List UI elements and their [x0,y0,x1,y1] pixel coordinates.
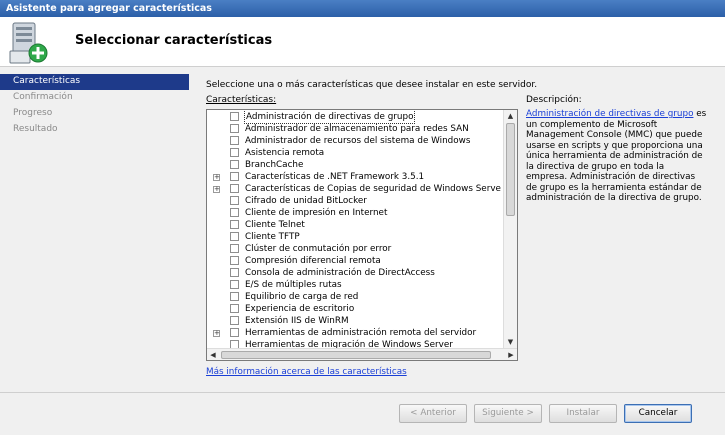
feature-row[interactable]: Administración de directivas de grupo [207,111,502,124]
footer: < Anterior Siguiente > Instalar Cancelar [0,392,725,435]
feature-label: Asistencia remota [245,148,325,158]
feature-row[interactable]: Compresión diferencial remota [207,255,502,267]
feature-checkbox[interactable] [230,244,239,253]
feature-label: Equilibrio de carga de red [245,292,359,302]
feature-row[interactable]: Clúster de conmutación por error [207,243,502,255]
feature-checkbox[interactable] [230,292,239,301]
description-label: Descripción: [526,95,582,105]
feature-row[interactable]: + Herramientas de administración remota d… [207,327,502,339]
feature-row[interactable]: Administrador de almacenamiento para red… [207,123,502,135]
main-panel: Seleccione una o más características que… [193,67,725,377]
more-info-link[interactable]: Más información acerca de las caracterís… [206,367,407,377]
feature-row[interactable]: Administrador de recursos del sistema de… [207,135,502,147]
description-text: Administración de directivas de grupo es… [526,109,708,204]
cancel-button[interactable]: Cancelar [624,404,692,423]
page-title: Seleccionar características [75,33,273,48]
feature-checkbox[interactable] [230,304,239,313]
feature-label: Cliente de impresión en Internet [245,208,388,218]
step-resultado[interactable]: Resultado [0,122,193,138]
feature-checkbox[interactable] [230,328,239,337]
feature-label: Administrador de recursos del sistema de… [245,136,471,146]
feature-label: BranchCache [245,160,304,170]
description-link[interactable]: Administración de directivas de grupo [526,109,693,119]
feature-checkbox[interactable] [230,160,239,169]
expand-icon[interactable]: + [213,330,220,337]
feature-checkbox[interactable] [230,316,239,325]
install-button[interactable]: Instalar [549,404,617,423]
scroll-thumb[interactable] [506,123,515,216]
feature-checkbox[interactable] [230,280,239,289]
feature-checkbox[interactable] [230,148,239,157]
step-confirmacion[interactable]: Confirmación [0,90,193,106]
feature-checkbox[interactable] [230,208,239,217]
feature-row[interactable]: Equilibrio de carga de red [207,291,502,303]
feature-label: Administrador de almacenamiento para red… [245,124,469,134]
feature-row[interactable]: Extensión IIS de WinRM [207,315,502,327]
server-add-icon [8,21,50,65]
feature-label: Experiencia de escritorio [245,304,355,314]
feature-row[interactable]: BranchCache [207,159,502,171]
hscroll-thumb[interactable] [221,351,491,359]
features-list-items: Administración de directivas de grupo Adm… [207,111,502,349]
feature-label: Clúster de conmutación por error [245,244,392,254]
feature-checkbox[interactable] [230,136,239,145]
features-list[interactable]: Administración de directivas de grupo Adm… [206,109,518,361]
feature-label: Compresión diferencial remota [245,256,381,266]
feature-checkbox[interactable] [230,112,239,121]
feature-label: Cliente TFTP [245,232,300,242]
feature-checkbox[interactable] [230,256,239,265]
next-button[interactable]: Siguiente > [474,404,542,423]
feature-checkbox[interactable] [230,172,239,181]
wizard-steps: Características Confirmación Progreso Re… [0,67,193,367]
feature-row[interactable]: Cliente Telnet [207,219,502,231]
feature-label: Características de Copias de seguridad d… [245,184,501,194]
feature-checkbox[interactable] [230,232,239,241]
back-button[interactable]: < Anterior [399,404,467,423]
feature-label: Cifrado de unidad BitLocker [245,196,367,206]
expand-icon[interactable]: + [213,174,220,181]
scroll-down-icon[interactable]: ▼ [504,336,517,348]
feature-label: Herramientas de administración remota de… [245,328,477,338]
feature-checkbox[interactable] [230,124,239,133]
feature-row[interactable]: Consola de administración de DirectAcces… [207,267,502,279]
feature-row[interactable]: Experiencia de escritorio [207,303,502,315]
header: Seleccionar características [0,17,725,67]
features-label: Características: [206,95,277,105]
feature-label: Cliente Telnet [245,220,305,230]
window-title: Asistente para agregar características [0,0,725,17]
feature-checkbox[interactable] [230,220,239,229]
feature-row[interactable]: Cliente TFTP [207,231,502,243]
feature-checkbox[interactable] [230,184,239,193]
scroll-right-icon[interactable]: ▶ [505,349,517,360]
feature-label: Consola de administración de DirectAcces… [245,268,435,278]
feature-label: Administración de directivas de grupo [243,111,416,124]
scroll-up-icon[interactable]: ▲ [504,110,517,122]
step-progreso[interactable]: Progreso [0,106,193,122]
feature-row[interactable]: Cifrado de unidad BitLocker [207,195,502,207]
feature-label: Características de .NET Framework 3.5.1 [245,172,425,182]
description-body: es un complemento de Microsoft Managemen… [526,109,707,203]
feature-label: Extensión IIS de WinRM [245,316,349,326]
feature-checkbox[interactable] [230,268,239,277]
expand-icon[interactable]: + [213,186,220,193]
feature-row[interactable]: Asistencia remota [207,147,502,159]
feature-row[interactable]: E/S de múltiples rutas [207,279,502,291]
feature-checkbox[interactable] [230,196,239,205]
instruction-text: Seleccione una o más características que… [206,80,538,90]
horizontal-scrollbar[interactable]: ◀ ▶ [207,348,517,360]
feature-label: E/S de múltiples rutas [245,280,342,290]
feature-row[interactable]: + Características de Copias de seguridad … [207,183,502,195]
step-caracteristicas[interactable]: Características [0,74,189,90]
vertical-scrollbar[interactable]: ▲ ▼ [503,110,517,348]
feature-row[interactable]: Cliente de impresión en Internet [207,207,502,219]
feature-row[interactable]: + Características de .NET Framework 3.5.1 [207,171,502,183]
scroll-left-icon[interactable]: ◀ [207,349,219,360]
